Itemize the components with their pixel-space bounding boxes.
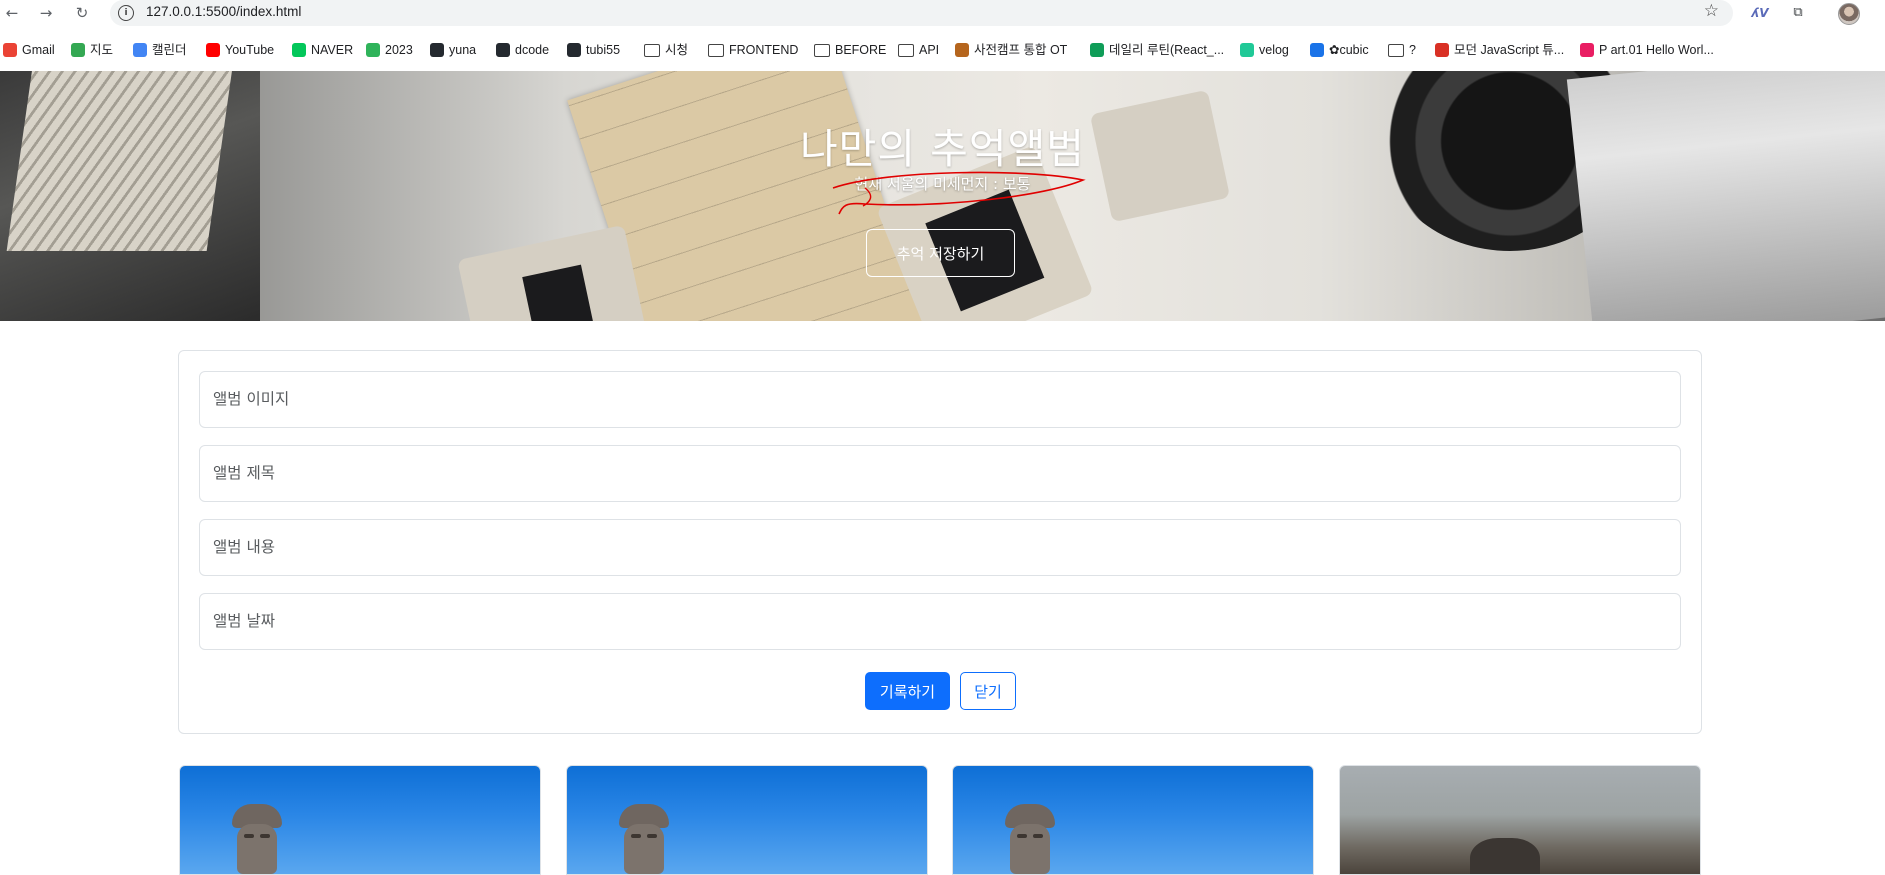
folder-icon: [708, 43, 724, 57]
album-card-image: [615, 804, 673, 874]
gmail-icon: [3, 43, 17, 57]
album-title-input[interactable]: 앨범 제목: [199, 445, 1681, 502]
forward-arrow-icon[interactable]: →: [36, 3, 56, 23]
bookmark-item[interactable]: YouTube: [206, 38, 274, 62]
album-card-image: [1470, 838, 1540, 874]
address-url[interactable]: 127.0.0.1:5500/index.html: [146, 4, 301, 19]
bookmark-item[interactable]: NAVER: [292, 38, 353, 62]
album-card[interactable]: [1339, 765, 1701, 875]
bookmark-label: ?: [1409, 43, 1416, 57]
bookmark-label: NAVER: [311, 43, 354, 57]
dust-status-text: 현재 서울의 미세먼지 : 보통: [854, 175, 1031, 193]
profile-avatar[interactable]: [1838, 3, 1860, 25]
bookmark-label: ✿cubic: [1329, 43, 1369, 57]
bookmark-item[interactable]: 모던 JavaScript 튜...: [1435, 38, 1564, 62]
bookmark-item[interactable]: tubi55: [567, 38, 620, 62]
bookmark-label: Gmail: [22, 43, 55, 57]
bookmark-item[interactable]: yuna: [430, 38, 476, 62]
bookmark-item[interactable]: ?: [1388, 38, 1416, 62]
bookmark-label: BEFORE: [835, 43, 887, 57]
bookmark-item[interactable]: Gmail: [3, 38, 55, 62]
bookmark-label: velog: [1259, 43, 1289, 57]
bookmark-star-icon[interactable]: ☆: [1704, 1, 1719, 21]
page-title: 나만의 추억앨범: [799, 125, 1086, 173]
bookmark-label: dcode: [515, 43, 550, 57]
close-button[interactable]: 닫기: [960, 672, 1016, 710]
bookmarks-bar: Gmail 지도 캘린더 YouTube NAVER 2023 yuna dcode tubi5…: [0, 38, 1885, 62]
album-card[interactable]: [179, 765, 541, 875]
folder-icon: [898, 43, 914, 57]
bookmark-label: FRONTEND: [729, 43, 799, 57]
album-image-input[interactable]: 앨범 이미지: [199, 371, 1681, 428]
github-icon: [496, 43, 510, 57]
bookmark-label: API: [919, 43, 940, 57]
extension-icon[interactable]: ʎV: [1749, 2, 1771, 24]
folder-icon: [1388, 43, 1404, 57]
back-arrow-icon[interactable]: ←: [2, 3, 22, 23]
person-icon: [1435, 43, 1449, 57]
maps-pin-icon: [71, 43, 85, 57]
bookmark-label: tubi55: [586, 43, 621, 57]
bookmark-label: yuna: [449, 43, 477, 57]
hero-banner: 나만의 추억앨범 현재 서울의 미세먼지 : 보통 추억 저장하기: [0, 71, 1885, 321]
bookmark-label: YouTube: [225, 43, 275, 57]
save-memory-button[interactable]: 추억 저장하기: [866, 229, 1015, 277]
hero-background-image: [0, 71, 260, 321]
bookmark-item[interactable]: dcode: [496, 38, 549, 62]
submit-record-button[interactable]: 기록하기: [865, 672, 950, 710]
bookmark-label: 2023: [385, 43, 413, 57]
bookmark-item[interactable]: 시청: [644, 38, 688, 62]
reload-icon[interactable]: ↻: [72, 3, 92, 23]
bookmark-item[interactable]: FRONTEND: [708, 38, 798, 62]
bookmark-item[interactable]: 사전캠프 통합 OT: [955, 38, 1067, 62]
album-card-image: [1001, 804, 1059, 874]
site-info-icon[interactable]: i: [118, 5, 134, 21]
youtube-icon: [206, 43, 220, 57]
github-icon: [430, 43, 444, 57]
album-form-card: 앨범 이미지 앨범 제목 앨범 내용 앨범 날짜 기록하기 닫기: [178, 350, 1702, 734]
figure-icon: [955, 43, 969, 57]
address-bar[interactable]: i 127.0.0.1:5500/index.html ☆: [110, 0, 1733, 26]
bookmark-item[interactable]: API: [898, 38, 939, 62]
chart-icon: [1310, 43, 1324, 57]
browser-toolbar: ← → ↻ i 127.0.0.1:5500/index.html ☆ ʎV ⧉: [0, 0, 1885, 26]
bookmark-item[interactable]: P art.01 Hello Worl...: [1580, 38, 1714, 62]
bookmark-item[interactable]: velog: [1240, 38, 1289, 62]
album-card-image: [228, 804, 286, 874]
velog-icon: [1240, 43, 1254, 57]
album-content-input[interactable]: 앨범 내용: [199, 519, 1681, 576]
folder-icon: [814, 43, 830, 57]
calendar-icon: [133, 43, 147, 57]
album-card[interactable]: [566, 765, 928, 875]
bookmark-item[interactable]: 지도: [71, 38, 113, 62]
target-icon: [1580, 43, 1594, 57]
sheets-icon: [1090, 43, 1104, 57]
leaf-icon: [366, 43, 380, 57]
github-icon: [567, 43, 581, 57]
album-date-input[interactable]: 앨범 날짜: [199, 593, 1681, 650]
bookmark-label: 데일리 루틴(React_...: [1109, 43, 1225, 57]
album-card[interactable]: [952, 765, 1314, 875]
bookmark-item[interactable]: ✿cubic: [1310, 38, 1369, 62]
bookmark-label: 사전캠프 통합 OT: [974, 43, 1068, 57]
bookmark-item[interactable]: 데일리 루틴(React_...: [1090, 38, 1224, 62]
extensions-puzzle-icon[interactable]: ⧉: [1787, 2, 1809, 24]
bookmark-label: 시청: [665, 43, 689, 57]
folder-icon: [644, 43, 660, 57]
bookmark-label: 지도: [90, 43, 114, 57]
bookmark-label: 모던 JavaScript 튜...: [1454, 43, 1565, 57]
bookmark-item[interactable]: 2023: [366, 38, 413, 62]
bookmark-item[interactable]: BEFORE: [814, 38, 886, 62]
bookmark-label: 캘린더: [152, 43, 187, 57]
bookmark-item[interactable]: 캘린더: [133, 38, 187, 62]
naver-icon: [292, 43, 306, 57]
bookmark-label: P art.01 Hello Worl...: [1599, 43, 1714, 57]
